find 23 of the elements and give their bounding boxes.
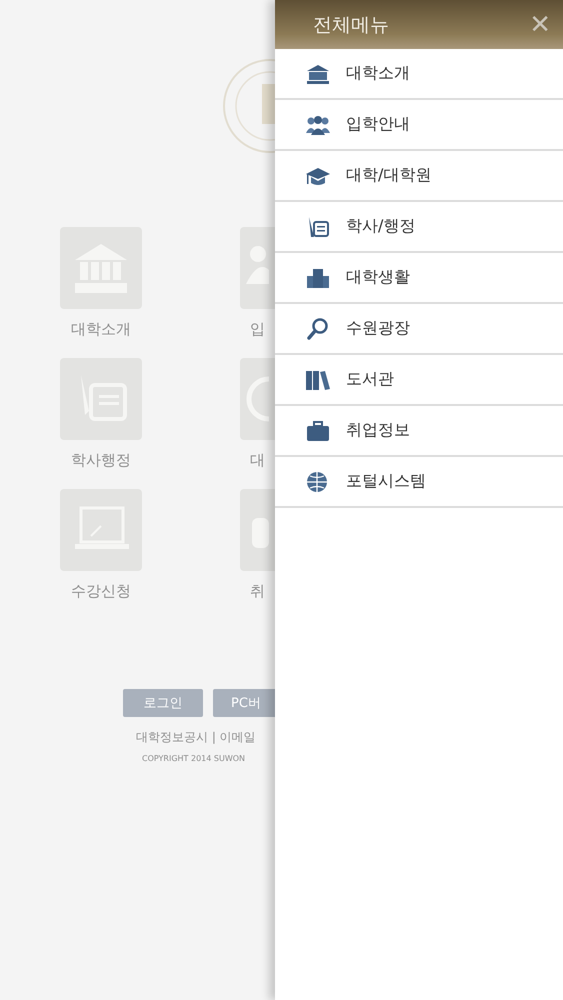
- tile-label: 대학소개: [71, 319, 131, 339]
- footer-links: 대학정보공시 | 이메일: [135, 729, 257, 746]
- menu-item[interactable]: 포털시스템: [275, 457, 563, 508]
- tile-label: 대: [249, 450, 265, 470]
- tile-label: 학사행정: [71, 450, 131, 470]
- menu-tile[interactable]: [240, 358, 275, 440]
- menu-item[interactable]: 대학/대학원: [275, 151, 563, 202]
- seal-logo-icon: [222, 56, 275, 156]
- menu-item[interactable]: 취업정보: [275, 406, 563, 457]
- menu-item[interactable]: 대학소개: [275, 49, 563, 100]
- menu-item[interactable]: 학사/행정: [275, 202, 563, 253]
- menu-title: 전체메뉴: [313, 12, 389, 38]
- menu-item[interactable]: 도서관: [275, 355, 563, 406]
- menu-item[interactable]: 대학생활: [275, 253, 563, 304]
- menu-item[interactable]: 입학안내: [275, 100, 563, 151]
- tile-label: 취: [249, 581, 265, 601]
- menu-item[interactable]: 수원광장: [275, 304, 563, 355]
- copyright-text: COPYRIGHT 2014 SUWON: [141, 754, 246, 763]
- tile-label: 입: [249, 319, 265, 339]
- briefcase-icon: [305, 418, 331, 442]
- tile-label: 수강신청: [71, 581, 131, 601]
- menu-tile[interactable]: [240, 227, 275, 309]
- menu-tile[interactable]: [240, 489, 275, 571]
